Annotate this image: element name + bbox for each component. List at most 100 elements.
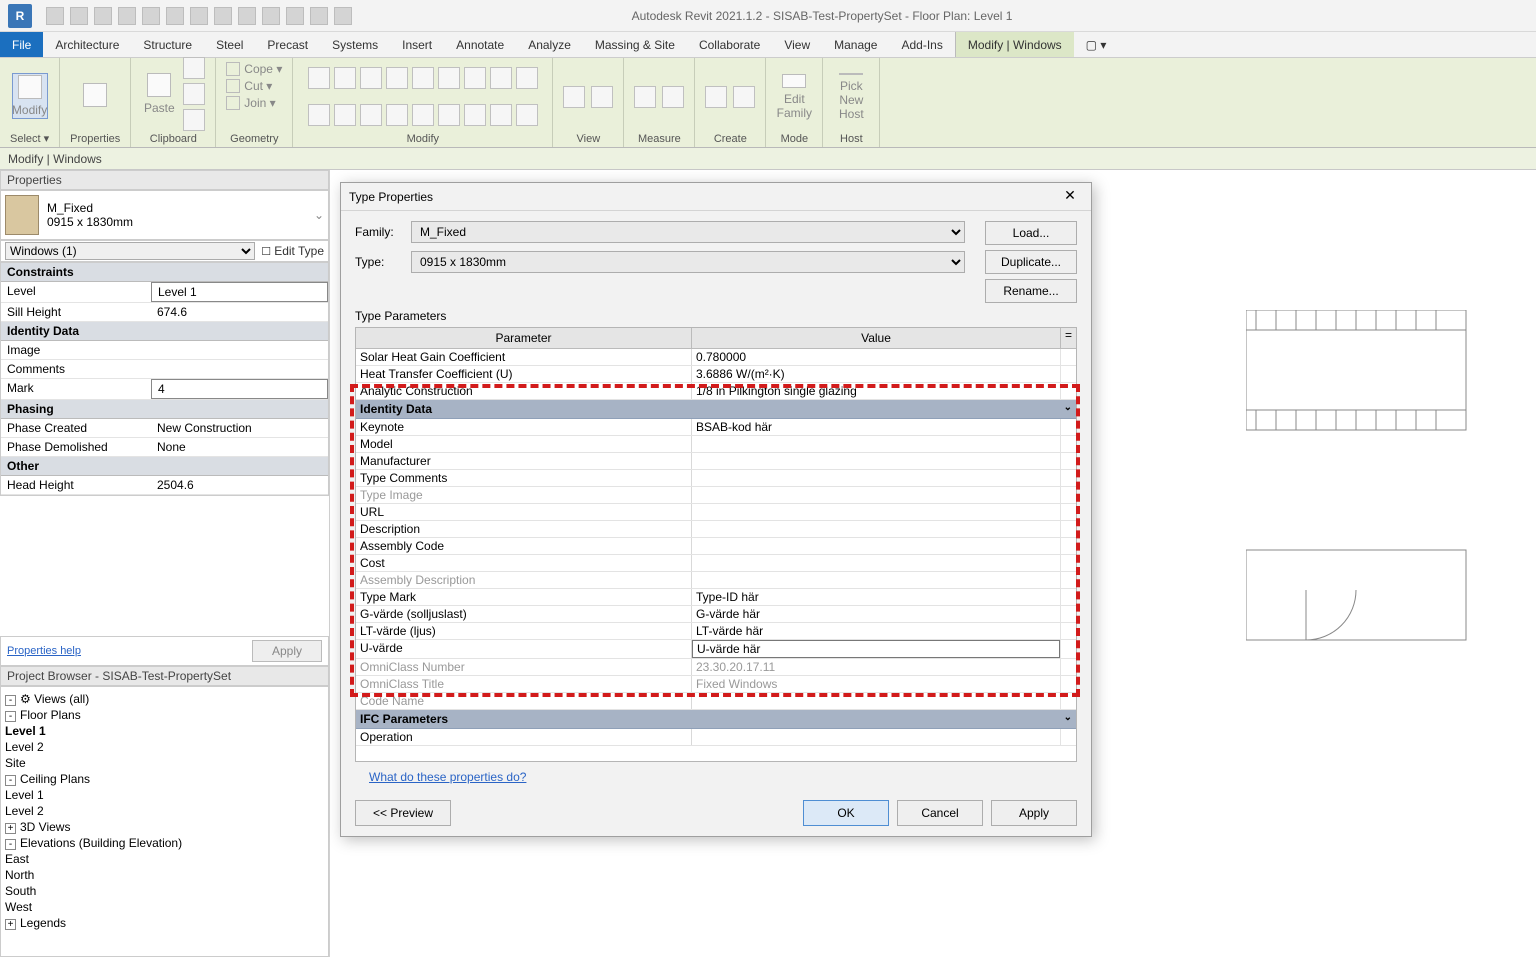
cope-button[interactable]: Cope ▾	[226, 62, 282, 76]
param-value[interactable]	[692, 572, 1060, 588]
cut-icon[interactable]	[183, 57, 205, 79]
prop-section-identity[interactable]: Identity Data	[1, 322, 328, 341]
qa-measure-icon[interactable]	[166, 7, 184, 25]
qa-close-icon[interactable]	[310, 7, 328, 25]
view-icon-1[interactable]	[563, 86, 585, 108]
expand-icon[interactable]: +	[5, 919, 16, 930]
prop-row[interactable]: LevelLevel 1	[1, 282, 328, 303]
param-row[interactable]: Type MarkType-ID här	[356, 589, 1076, 606]
tree-elevations[interactable]: Elevations (Building Elevation)	[20, 836, 182, 850]
param-value[interactable]: LT-värde här	[692, 623, 1060, 639]
tree-elev-north[interactable]: North	[5, 868, 34, 882]
prop-section-phasing[interactable]: Phasing	[1, 400, 328, 419]
prop-value[interactable]: 674.6	[151, 303, 328, 321]
param-category-identity[interactable]: Identity Data⌄	[356, 400, 1076, 419]
project-browser-header[interactable]: Project Browser - SISAB-Test-PropertySet	[0, 666, 329, 686]
param-value[interactable]	[692, 436, 1060, 452]
type-selector[interactable]: M_Fixed 0915 x 1830mm ⌄	[0, 190, 329, 240]
param-row[interactable]: KeynoteBSAB-kod här	[356, 419, 1076, 436]
create-icon-1[interactable]	[705, 86, 727, 108]
param-row[interactable]: Analytic Construction1/8 in Pilkington s…	[356, 383, 1076, 400]
tab-systems[interactable]: Systems	[320, 32, 390, 57]
param-value[interactable]: 0.780000	[692, 349, 1060, 365]
preview-button[interactable]: << Preview	[355, 800, 451, 826]
move-icon[interactable]	[386, 67, 408, 89]
param-row[interactable]: G-värde (solljuslast)G-värde här	[356, 606, 1076, 623]
param-value[interactable]: 1/8 in Pilkington single glazing	[692, 383, 1060, 399]
prop-row[interactable]: Sill Height674.6	[1, 303, 328, 322]
param-value[interactable]	[692, 555, 1060, 571]
param-row[interactable]: Assembly Description	[356, 572, 1076, 589]
param-row[interactable]: Type Comments	[356, 470, 1076, 487]
qa-thinlines-icon[interactable]	[286, 7, 304, 25]
tree-ceiling-l1[interactable]: Level 1	[5, 788, 44, 802]
category-select[interactable]: Windows (1)	[5, 242, 255, 260]
qa-dim-icon[interactable]	[190, 7, 208, 25]
delete-icon[interactable]	[386, 104, 408, 126]
split-icon[interactable]	[490, 67, 512, 89]
prop-row[interactable]: Head Height2504.6	[1, 476, 328, 495]
col-equals-icon[interactable]: =	[1060, 328, 1076, 348]
splitgap-icon[interactable]	[464, 104, 486, 126]
param-row[interactable]: LT-värde (ljus)LT-värde här	[356, 623, 1076, 640]
param-value[interactable]: G-värde här	[692, 606, 1060, 622]
project-browser[interactable]: -⚙ Views (all) -Floor Plans Level 1 Leve…	[0, 686, 329, 957]
tree-level2[interactable]: Level 2	[5, 740, 44, 754]
duplicate-button[interactable]: Duplicate...	[985, 250, 1077, 274]
load-button[interactable]: Load...	[985, 221, 1077, 245]
expand-icon[interactable]: -	[5, 695, 16, 706]
prop-value[interactable]: New Construction	[151, 419, 328, 437]
group-icon[interactable]	[490, 104, 512, 126]
tree-ceiling-l2[interactable]: Level 2	[5, 804, 44, 818]
param-row[interactable]: Solar Heat Gain Coefficient0.780000	[356, 349, 1076, 366]
prop-row[interactable]: Mark4	[1, 379, 328, 400]
tab-massing[interactable]: Massing & Site	[583, 32, 687, 57]
qa-redo-icon[interactable]	[118, 7, 136, 25]
qa-text-icon[interactable]	[214, 7, 232, 25]
properties-panel-button[interactable]	[77, 74, 113, 120]
qa-save-icon[interactable]	[70, 7, 88, 25]
tree-elev-west[interactable]: West	[5, 900, 32, 914]
param-row[interactable]: Manufacturer	[356, 453, 1076, 470]
properties-help-link[interactable]: Properties help	[7, 645, 81, 657]
dialog-titlebar[interactable]: Type Properties ✕	[341, 183, 1091, 211]
param-value[interactable]	[692, 693, 1060, 709]
tab-modify-windows[interactable]: Modify | Windows	[955, 32, 1074, 57]
param-row[interactable]: Cost	[356, 555, 1076, 572]
prop-section-other[interactable]: Other	[1, 457, 328, 476]
apply-button[interactable]: Apply	[991, 800, 1077, 826]
param-row[interactable]: Model	[356, 436, 1076, 453]
paste-button[interactable]: Paste	[141, 71, 177, 117]
edit-type-button[interactable]: ☐ Edit Type	[261, 244, 324, 258]
properties-info-link[interactable]: What do these properties do?	[369, 770, 526, 784]
qa-section-icon[interactable]	[262, 7, 280, 25]
param-value[interactable]: U-värde här	[692, 640, 1060, 658]
extend-icon[interactable]	[412, 104, 434, 126]
qa-3d-icon[interactable]	[238, 7, 256, 25]
tree-elev-south[interactable]: South	[5, 884, 36, 898]
cancel-button[interactable]: Cancel	[897, 800, 983, 826]
prop-row[interactable]: Image	[1, 341, 328, 360]
tree-elev-east[interactable]: East	[5, 852, 29, 866]
param-row[interactable]: Assembly Code	[356, 538, 1076, 555]
create-icon-2[interactable]	[733, 86, 755, 108]
group-label-select[interactable]: Select ▾	[10, 130, 49, 145]
param-row[interactable]: URL	[356, 504, 1076, 521]
tree-ceiling-plans[interactable]: Ceiling Plans	[20, 772, 90, 786]
prop-section-constraints[interactable]: Constraints	[1, 263, 328, 282]
tab-steel[interactable]: Steel	[204, 32, 255, 57]
family-select[interactable]: M_Fixed	[411, 221, 965, 243]
param-value[interactable]: Type-ID här	[692, 589, 1060, 605]
tab-analyze[interactable]: Analyze	[516, 32, 583, 57]
param-value[interactable]	[692, 521, 1060, 537]
align-icon[interactable]	[308, 67, 330, 89]
rotate-icon[interactable]	[438, 67, 460, 89]
tab-addins[interactable]: Add-Ins	[889, 32, 954, 57]
expand-icon[interactable]: -	[5, 711, 16, 722]
prop-row[interactable]: Phase DemolishedNone	[1, 438, 328, 457]
edit-family-button[interactable]: Edit Family	[776, 74, 812, 120]
pick-new-host-button[interactable]: Pick New Host	[833, 74, 869, 120]
param-row[interactable]: Type Image	[356, 487, 1076, 504]
tab-collaborate[interactable]: Collaborate	[687, 32, 772, 57]
param-row[interactable]: OmniClass TitleFixed Windows	[356, 676, 1076, 693]
